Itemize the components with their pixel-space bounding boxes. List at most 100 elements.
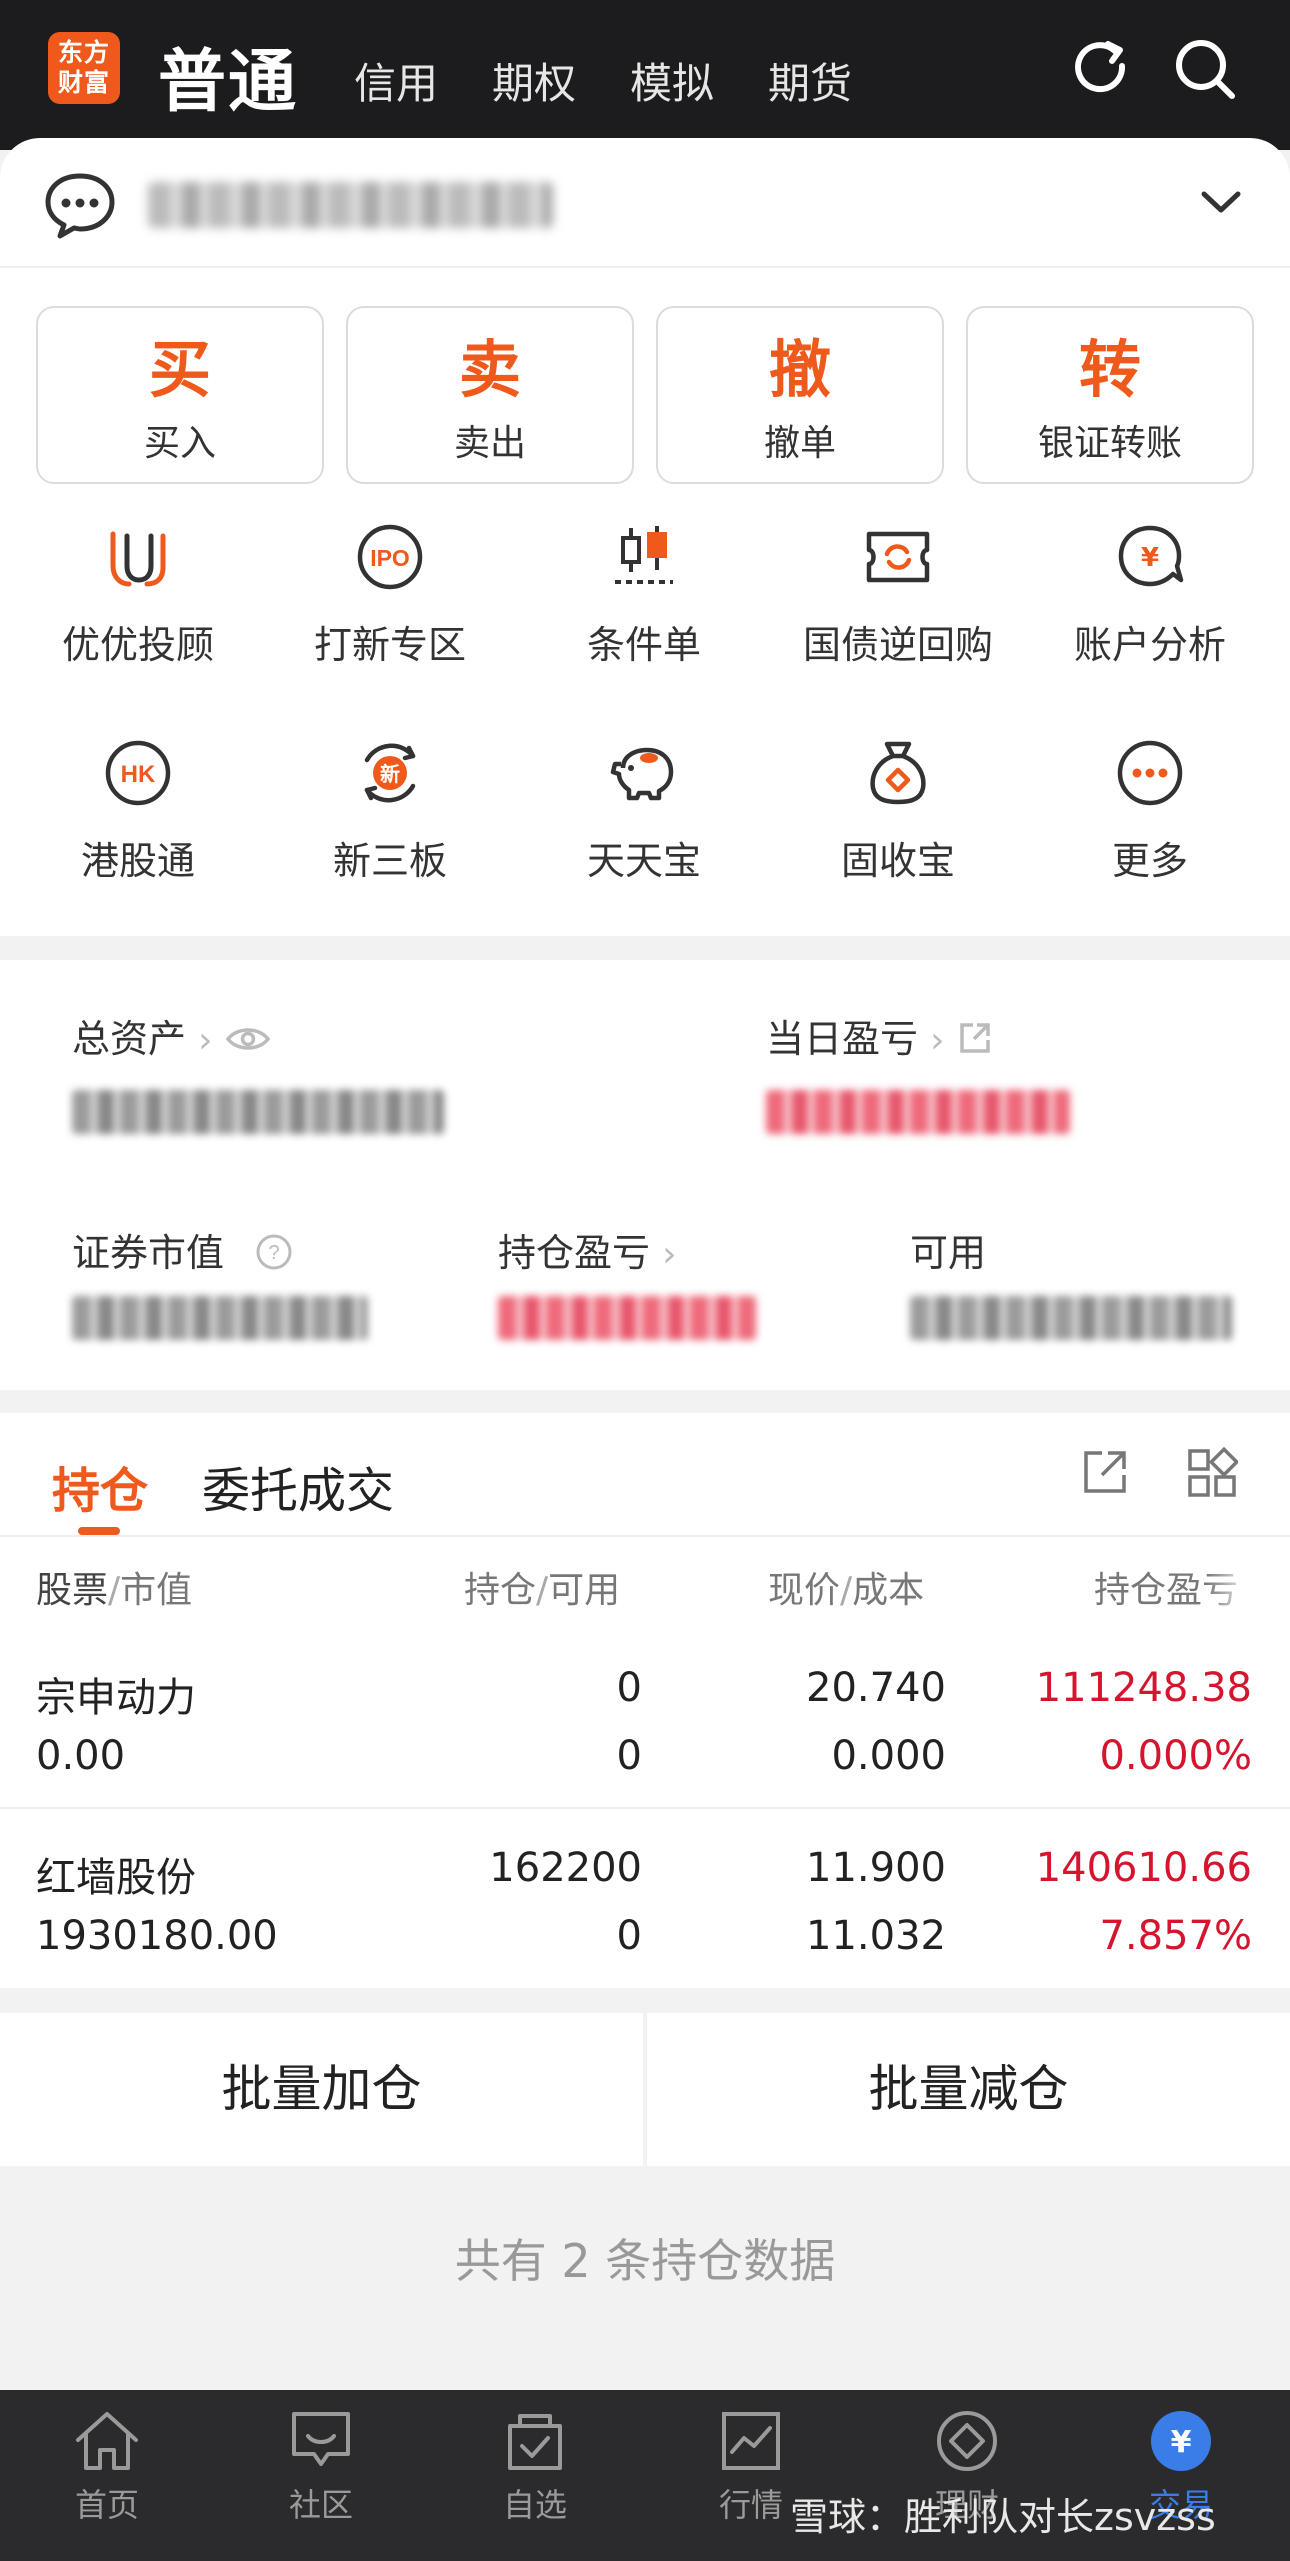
header-price: 现价 (768, 1570, 841, 1611)
svg-text:新: 新 (380, 762, 400, 786)
grid-item-bond-repo[interactable]: 国债逆回购 (788, 522, 1008, 682)
buy-label: 买入 (143, 423, 216, 464)
position-pl-text: 持仓盈亏 (498, 1231, 651, 1275)
grid-item-tiantianbao[interactable]: 天天宝 (534, 738, 754, 898)
grid-label: 天天宝 (586, 839, 701, 883)
batch-add-button[interactable]: 批量加仓 (0, 2013, 643, 2166)
transfer-glyph: 转 (1078, 333, 1141, 406)
svg-text:HK: HK (121, 761, 156, 788)
total-assets-label[interactable]: 总资产 › (72, 1008, 271, 1063)
grid-label: 更多 (1111, 839, 1188, 883)
batch-reduce-button[interactable]: 批量减仓 (647, 2013, 1290, 2166)
header-position: 持仓 (464, 1570, 537, 1611)
account-selector[interactable] (0, 138, 1290, 268)
masked-position-pl (498, 1296, 756, 1340)
stock-pl: 140610.66 (1035, 1845, 1252, 1891)
sell-button[interactable]: 卖 卖出 (346, 306, 634, 484)
row-divider (0, 1807, 1290, 1809)
grid-item-gushoubao[interactable]: 固收宝 (788, 738, 1008, 898)
svg-text:¥: ¥ (1141, 543, 1159, 573)
header-stock-market-value: 股票/市值 (36, 1570, 193, 1611)
grid-item-ipo[interactable]: IPO 打新专区 (280, 522, 500, 682)
account-analysis-icon: ¥ (1118, 525, 1184, 587)
home-icon (76, 2412, 138, 2470)
stock-pl-pct: 7.857% (1099, 1913, 1252, 1959)
cancel-glyph: 撤 (768, 333, 831, 406)
tab-options[interactable]: 期权 (492, 50, 576, 111)
logo-text-line2: 财富 (57, 68, 110, 97)
eye-icon[interactable] (225, 1024, 271, 1054)
tab-divider (0, 1535, 1290, 1537)
grid-item-more[interactable]: 更多 (1040, 738, 1260, 898)
more-icon (1117, 740, 1183, 806)
trade-yuan-icon: ¥ (1151, 2411, 1211, 2471)
piggy-bank-icon (610, 747, 674, 801)
buy-button[interactable]: 买 买入 (36, 306, 324, 484)
layout-grid-icon[interactable] (1186, 1447, 1238, 1499)
grid-label: 账户分析 (1073, 623, 1226, 667)
market-chart-icon (722, 2412, 780, 2470)
stock-market-value: 0.00 (36, 1733, 126, 1779)
tab-positions[interactable]: 持仓 (52, 1451, 148, 1521)
grid-item-account-analysis[interactable]: ¥ 账户分析 (1040, 522, 1260, 682)
grid-label: 港股通 (80, 839, 195, 883)
nav-watchlist[interactable]: 自选 (460, 2408, 610, 2526)
masked-market-value (72, 1296, 368, 1340)
chevron-down-icon[interactable] (1198, 186, 1244, 216)
header-cost: 成本 (852, 1570, 925, 1611)
sell-glyph: 卖 (458, 333, 521, 406)
search-icon[interactable] (1172, 36, 1238, 102)
nav-community[interactable]: 社区 (246, 2408, 396, 2526)
bond-repo-icon (866, 531, 930, 583)
candlestick-icon (615, 526, 673, 584)
grid-item-conditional-order[interactable]: 条件单 (534, 522, 754, 682)
help-icon[interactable]: ? (254, 1232, 294, 1272)
uu-advisor-icon (110, 531, 166, 587)
bank-transfer-button[interactable]: 转 银证转账 (966, 306, 1254, 484)
position-pl-label[interactable]: 持仓盈亏 › (498, 1222, 677, 1277)
header-stock: 股票 (36, 1570, 109, 1611)
transfer-label: 银证转账 (1037, 423, 1182, 464)
masked-total-assets (72, 1090, 444, 1134)
tab-normal[interactable]: 普通 (158, 26, 298, 125)
chevron-right-icon: › (662, 1234, 677, 1275)
tab-credit[interactable]: 信用 (354, 50, 438, 111)
buy-glyph: 买 (148, 333, 211, 406)
stock-cost: 11.032 (806, 1913, 946, 1959)
cancel-label: 撤单 (763, 423, 836, 464)
stock-pl: 111248.38 (1035, 1665, 1252, 1711)
stock-pl-pct: 0.000% (1099, 1733, 1252, 1779)
svg-text:IPO: IPO (370, 545, 410, 571)
wealth-icon (937, 2411, 997, 2471)
header-available: 可用 (548, 1570, 621, 1611)
header-pl: 持仓盈亏 (1094, 1570, 1239, 1611)
nav-home[interactable]: 首页 (32, 2408, 182, 2526)
quick-actions-panel: 买 买入 卖 卖出 撤 撤单 转 银证转账 优优投顾 IPO 打新专区 条件单 … (0, 268, 1290, 936)
holdings-count-note: 共有 2 条持仓数据 (454, 2234, 836, 2288)
share-out-icon[interactable] (957, 1020, 993, 1056)
tab-simulation[interactable]: 模拟 (630, 50, 714, 111)
share-icon[interactable] (1080, 1447, 1130, 1497)
chat-bubble-icon (45, 173, 115, 239)
cancel-order-button[interactable]: 撤 撤单 (656, 306, 944, 484)
total-assets-text: 总资产 (72, 1017, 187, 1061)
money-bag-icon (870, 741, 926, 805)
daily-pl-label[interactable]: 当日盈亏 › (766, 1008, 993, 1063)
app-logo[interactable]: 东方 财富 (48, 32, 120, 104)
grid-item-new-third-board[interactable]: 新 新三板 (280, 738, 500, 898)
daily-pl-text: 当日盈亏 (766, 1017, 919, 1061)
nav-label: 自选 (502, 2486, 567, 2524)
refresh-icon[interactable] (1068, 36, 1134, 102)
grid-item-uu-advisor[interactable]: 优优投顾 (28, 522, 248, 682)
stock-name: 红墙股份 (36, 1855, 196, 1901)
community-icon (292, 2412, 350, 2466)
ipo-icon: IPO (357, 524, 423, 590)
header-market-value: 市值 (120, 1570, 193, 1611)
grid-item-hk-connect[interactable]: HK 港股通 (28, 738, 248, 898)
tab-orders-trades[interactable]: 委托成交 (202, 1451, 394, 1521)
header-price-cost: 现价/成本 (768, 1570, 925, 1611)
top-bar: 东方 财富 普通 信用 期权 模拟 期货 (0, 0, 1290, 150)
hk-icon: HK (105, 740, 171, 806)
svg-text:?: ? (269, 1242, 280, 1264)
tab-futures[interactable]: 期货 (768, 50, 852, 111)
